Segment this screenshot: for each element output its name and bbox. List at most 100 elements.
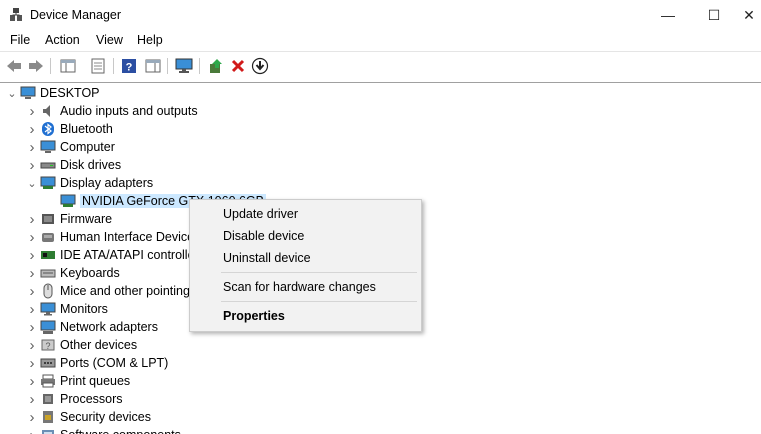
tree-category-row[interactable]: › Network adapters bbox=[24, 318, 158, 336]
tree-category-label: Audio inputs and outputs bbox=[60, 104, 198, 118]
tree-category-label: Disk drives bbox=[60, 158, 122, 172]
menu-bar: File Action View Help bbox=[0, 30, 761, 51]
ide-controller-icon bbox=[41, 251, 55, 259]
tree-category-row[interactable]: › Monitors bbox=[24, 300, 108, 318]
tree-category-row[interactable]: ›? Other devices bbox=[24, 336, 138, 354]
tree-category-label: Firmware bbox=[60, 212, 113, 226]
context-item-scan-hardware[interactable]: Scan for hardware changes bbox=[190, 276, 421, 298]
show-hide-console-tree-icon[interactable] bbox=[58, 56, 78, 76]
context-menu-divider bbox=[221, 301, 417, 302]
chevron-right-icon[interactable]: › bbox=[24, 156, 40, 174]
tree-category-row[interactable]: › Ports (COM & LPT) bbox=[24, 354, 169, 372]
tree-category-row[interactable]: › Keyboards bbox=[24, 264, 120, 282]
svg-text:?: ? bbox=[126, 62, 133, 74]
menu-help[interactable]: Help bbox=[137, 33, 163, 47]
chevron-right-icon[interactable]: › bbox=[24, 120, 40, 138]
bluetooth-icon bbox=[42, 122, 54, 136]
tree-category-row[interactable]: › Processors bbox=[24, 390, 123, 408]
menu-view[interactable]: View bbox=[96, 33, 123, 47]
toolbar-divider bbox=[113, 58, 114, 74]
chevron-right-icon[interactable]: › bbox=[24, 228, 40, 246]
monitor-icon[interactable] bbox=[174, 56, 194, 76]
chevron-right-icon[interactable]: › bbox=[24, 210, 40, 228]
tree-category-row[interactable]: › Computer bbox=[24, 138, 115, 156]
context-item-update-driver[interactable]: Update driver bbox=[190, 203, 421, 225]
tree-category-label: Network adapters bbox=[60, 320, 158, 334]
printer-icon bbox=[41, 374, 55, 388]
properties-icon[interactable] bbox=[88, 56, 108, 76]
toolbar-divider bbox=[167, 58, 168, 74]
menu-file[interactable]: File bbox=[10, 33, 30, 47]
tree-category-row[interactable]: › Disk drives bbox=[24, 156, 122, 174]
context-item-label: Uninstall device bbox=[223, 251, 311, 265]
context-item-label: Properties bbox=[223, 309, 285, 323]
firmware-icon bbox=[42, 214, 54, 224]
chevron-down-icon[interactable]: ⌄ bbox=[24, 174, 40, 192]
title-bar: Device Manager — ☐ ✕ bbox=[0, 0, 761, 30]
minimize-button[interactable]: — bbox=[645, 0, 691, 30]
minimize-icon: — bbox=[661, 7, 675, 23]
back-icon[interactable] bbox=[4, 56, 24, 76]
chevron-right-icon[interactable]: › bbox=[24, 246, 40, 264]
maximize-button[interactable]: ☐ bbox=[691, 0, 737, 30]
chevron-right-icon[interactable]: › bbox=[24, 138, 40, 156]
chevron-right-icon[interactable]: › bbox=[24, 390, 40, 408]
context-item-properties[interactable]: Properties bbox=[190, 305, 421, 327]
context-item-disable-device[interactable]: Disable device bbox=[190, 225, 421, 247]
update-driver-icon[interactable] bbox=[206, 56, 226, 76]
chevron-right-icon[interactable]: › bbox=[24, 372, 40, 390]
chevron-right-icon[interactable]: › bbox=[24, 318, 40, 336]
close-button[interactable]: ✕ bbox=[737, 0, 761, 30]
tree-category-label: Print queues bbox=[60, 374, 131, 388]
context-item-uninstall-device[interactable]: Uninstall device bbox=[190, 247, 421, 269]
tree-category-row[interactable]: › Firmware bbox=[24, 210, 113, 228]
gpu-device-icon bbox=[60, 194, 76, 207]
chevron-right-icon[interactable]: › bbox=[24, 336, 40, 354]
chevron-right-icon[interactable]: › bbox=[24, 408, 40, 426]
tree-root[interactable]: ⌄ DESKTOP bbox=[4, 84, 99, 102]
maximize-icon: ☐ bbox=[707, 6, 721, 23]
tree-category-label: IDE ATA/ATAPI controlle bbox=[60, 248, 195, 262]
forward-icon[interactable] bbox=[26, 56, 46, 76]
tree-category-row[interactable]: › Software components bbox=[24, 426, 181, 434]
tree-category-row[interactable]: › Audio inputs and outputs bbox=[24, 102, 198, 120]
software-component-icon bbox=[42, 430, 54, 434]
tree-category-row[interactable]: ⌄ Display adapters bbox=[24, 174, 153, 192]
uninstall-icon[interactable] bbox=[228, 56, 248, 76]
tree-category-label: Ports (COM & LPT) bbox=[60, 356, 169, 370]
toolbar-divider bbox=[50, 58, 51, 74]
chevron-right-icon[interactable]: › bbox=[24, 264, 40, 282]
speaker-icon bbox=[43, 105, 50, 117]
chevron-right-icon[interactable]: › bbox=[24, 354, 40, 372]
context-item-label: Scan for hardware changes bbox=[223, 280, 376, 294]
chevron-down-icon[interactable]: ⌄ bbox=[4, 84, 20, 102]
tree-category-row[interactable]: › Mice and other pointing bbox=[24, 282, 190, 300]
tree-category-row[interactable]: › IDE ATA/ATAPI controlle bbox=[24, 246, 195, 264]
tree-category-label: Other devices bbox=[60, 338, 138, 352]
chevron-right-icon[interactable]: › bbox=[24, 102, 40, 120]
close-icon: ✕ bbox=[743, 6, 755, 23]
menu-action[interactable]: Action bbox=[45, 33, 80, 47]
action-pane-icon[interactable] bbox=[143, 56, 163, 76]
context-menu-divider bbox=[221, 272, 417, 273]
tree-category-row[interactable]: › Security devices bbox=[24, 408, 152, 426]
tree-category-label: Display adapters bbox=[60, 176, 154, 190]
tree-category-label: Bluetooth bbox=[60, 122, 113, 136]
tree-category-label: Processors bbox=[60, 392, 123, 406]
chevron-right-icon[interactable]: › bbox=[24, 426, 40, 434]
computer-icon bbox=[40, 140, 56, 153]
context-item-label: Update driver bbox=[223, 207, 299, 221]
tree-category-row[interactable]: › Bluetooth bbox=[24, 120, 113, 138]
tree-category-row[interactable]: › Human Interface Device bbox=[24, 228, 195, 246]
chevron-right-icon[interactable]: › bbox=[24, 282, 40, 300]
chevron-right-icon[interactable]: › bbox=[24, 300, 40, 318]
port-icon bbox=[40, 358, 56, 368]
help-icon[interactable]: ? bbox=[119, 56, 139, 76]
device-manager-icon bbox=[10, 8, 22, 21]
network-adapter-icon bbox=[40, 320, 56, 334]
context-item-label: Disable device bbox=[223, 229, 305, 243]
tree-category-label: Human Interface Device bbox=[60, 230, 195, 244]
tree-category-label: Security devices bbox=[60, 410, 152, 424]
tree-category-row[interactable]: › Print queues bbox=[24, 372, 131, 390]
download-icon[interactable] bbox=[250, 56, 270, 76]
